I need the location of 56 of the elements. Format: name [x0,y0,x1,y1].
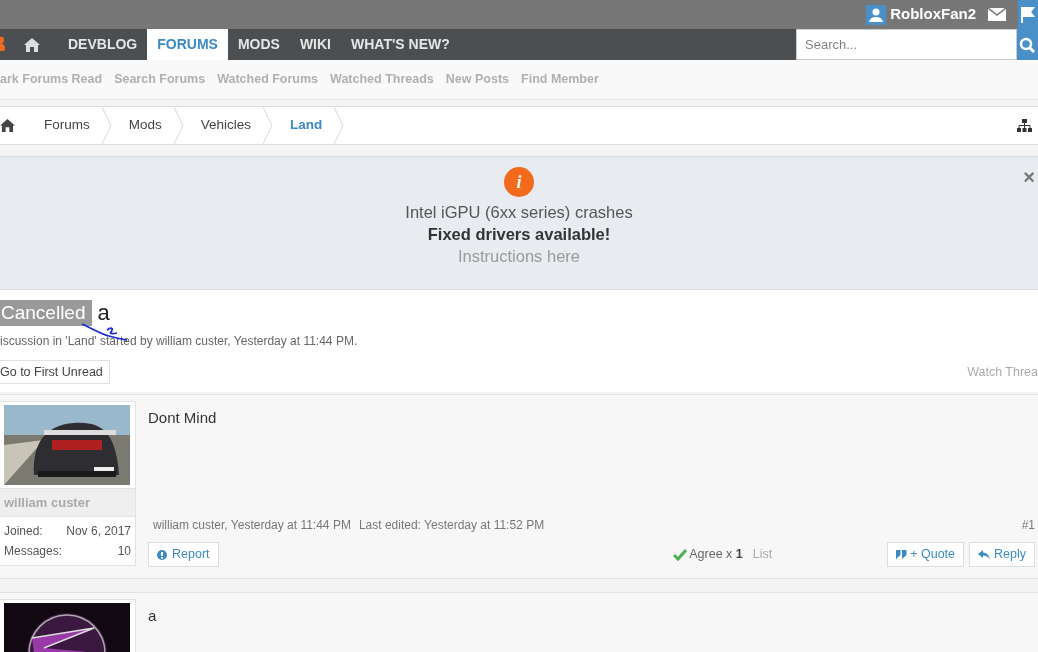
breadcrumb-item[interactable]: Vehicles [183,107,264,144]
subnav-link[interactable]: ark Forums Read [0,70,103,89]
agree-count: Agree x 1 [689,546,743,564]
mail-icon[interactable] [988,8,1006,21]
messages-count: 10 [117,543,131,560]
subnav-link[interactable]: New Posts [445,70,510,89]
report-button[interactable]: Report [148,542,219,567]
post-body: a [148,606,158,626]
notice-text[interactable]: Instructions here [458,245,580,267]
flag-icon [1021,6,1035,23]
subnav-link[interactable]: Watched Forums [217,70,319,89]
subnav-link[interactable]: Watched Threads [330,70,434,89]
last-edited-text: Last edited: Yesterday at 11:52 PM [358,517,545,534]
breadcrumb-item[interactable]: Forums [27,107,102,144]
quote-icon [896,550,908,559]
joined-label: Joined: [4,523,43,540]
nav-tab[interactable]: MODS [227,29,290,60]
prefix-label: Cancelled [0,300,92,326]
search-icon [1019,36,1035,53]
poster-name[interactable]: william custer [0,488,135,517]
first-unread-button[interactable]: Go to First Unread [0,360,110,384]
notice-text: Intel iGPU (6xx series) crashes [405,202,633,223]
close-button[interactable]: × [1023,167,1035,187]
info-icon: i [504,167,534,197]
notice-text: Fixed drivers available! [427,224,611,245]
reply-icon [978,549,991,560]
thread-meta: iscussion in 'Land' started by william custer, Yesterday at 11:44 PM. [0,333,359,350]
nav-tab[interactable]: WIKI [289,29,341,60]
quote-button[interactable]: + Quote [887,542,965,567]
likes-list-link[interactable]: List [752,545,773,564]
nav-tab[interactable]: WHAT'S NEW? [341,29,460,60]
nav-tab[interactable]: DEVBLOG [58,29,148,60]
check-icon [673,548,688,561]
joined-date: Nov 6, 2017 [66,523,131,540]
search-field[interactable]: Search... [796,29,1017,60]
watch-thread-link[interactable]: Watch Threa [967,362,1038,382]
search-button[interactable] [1017,29,1038,60]
post-number[interactable]: #1 [1021,516,1035,534]
nav-tab[interactable]: FORUMS [147,29,228,60]
home-icon[interactable] [24,37,40,52]
username-link[interactable]: RobloxFan2 [890,3,976,26]
messages-label: Messages: [4,543,63,560]
alert-icon [157,549,167,560]
sitemap-icon[interactable] [1017,119,1032,132]
subnav-link[interactable]: Search Forums [114,70,206,89]
user-icon [866,4,887,25]
home-icon[interactable] [0,119,15,132]
thread-title: a [97,300,110,326]
alerts-button[interactable] [1018,0,1038,29]
breadcrumb-item[interactable]: Mods [111,107,174,144]
reply-button[interactable]: Reply [969,542,1035,567]
post-byline[interactable]: william custer, Yesterday at 11:44 PM [153,516,351,534]
breadcrumb-item[interactable]: Land [273,107,335,144]
logo-icon[interactable] [0,37,6,51]
subnav-link[interactable]: Find Member [521,70,599,89]
post-body: Dont Mind [148,408,218,428]
